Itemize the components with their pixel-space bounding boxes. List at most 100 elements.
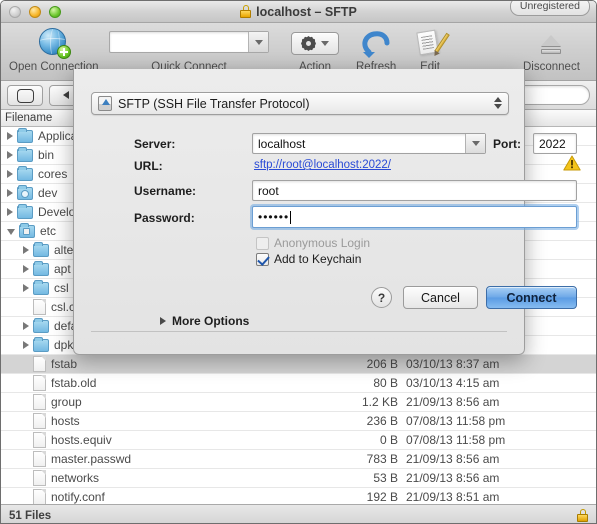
file-modified-cell: 07/08/13 11:58 pm bbox=[406, 433, 506, 447]
more-options-disclosure[interactable]: More Options bbox=[160, 314, 249, 328]
column-header-filename[interactable]: Filename bbox=[5, 112, 52, 124]
server-label: Server: bbox=[134, 137, 176, 151]
file-name-cell: notify.conf bbox=[51, 490, 105, 504]
file-name-cell: apt bbox=[54, 262, 71, 276]
table-row[interactable]: fstab.old 80 B 03/10/13 4:15 am bbox=[1, 374, 596, 393]
triangle-right-icon[interactable] bbox=[23, 265, 29, 273]
triangle-right-icon[interactable] bbox=[7, 189, 13, 197]
app-window: localhost – SFTP Unregistered Open Conne… bbox=[0, 0, 597, 524]
file-size-cell: 1.2 KB bbox=[361, 395, 398, 409]
file-name-cell: dev bbox=[38, 186, 58, 200]
file-icon bbox=[33, 413, 46, 429]
bookmarks-button[interactable] bbox=[7, 84, 43, 106]
file-modified-cell: 03/10/13 4:15 am bbox=[406, 376, 500, 390]
connect-button[interactable]: Connect bbox=[486, 286, 577, 309]
server-input[interactable]: localhost bbox=[252, 133, 486, 154]
url-link[interactable]: sftp://root@localhost:2022/ bbox=[254, 159, 391, 171]
title-bar: localhost – SFTP Unregistered bbox=[1, 1, 596, 23]
chevron-down-icon[interactable] bbox=[465, 134, 485, 153]
stepper-icon[interactable] bbox=[494, 97, 502, 109]
file-icon bbox=[33, 356, 46, 372]
open-connection-button[interactable]: Open Connection bbox=[9, 27, 99, 73]
file-name-cell: bin bbox=[38, 148, 55, 162]
table-row[interactable]: notify.conf 192 B 21/09/13 8:51 am bbox=[1, 488, 596, 504]
table-row[interactable]: master.passwd 783 B 21/09/13 8:56 am bbox=[1, 450, 596, 469]
file-icon bbox=[33, 394, 46, 410]
port-value: 2022 bbox=[539, 136, 566, 151]
triangle-right-icon[interactable] bbox=[7, 170, 13, 178]
folder-icon bbox=[17, 203, 33, 219]
triangle-right-icon[interactable] bbox=[7, 132, 13, 140]
table-row[interactable]: group 1.2 KB 21/09/13 8:56 am bbox=[1, 393, 596, 412]
protocol-select[interactable]: SFTP (SSH File Transfer Protocol) bbox=[91, 92, 509, 115]
folder-icon bbox=[17, 146, 33, 162]
refresh-button[interactable]: Refresh bbox=[356, 27, 396, 73]
file-size-cell: 53 B bbox=[373, 471, 398, 485]
help-button[interactable]: ? bbox=[371, 287, 392, 308]
port-label: Port: bbox=[493, 137, 521, 151]
globe-plus-icon bbox=[37, 27, 71, 60]
file-icon bbox=[33, 299, 46, 315]
add-to-keychain-checkbox[interactable] bbox=[256, 252, 269, 266]
folder-icon bbox=[33, 336, 49, 352]
connection-dialog: SFTP (SSH File Transfer Protocol) Server… bbox=[73, 69, 581, 355]
table-row[interactable]: networks 53 B 21/09/13 8:56 am bbox=[1, 469, 596, 488]
port-input[interactable]: 2022 bbox=[533, 133, 577, 154]
password-value: •••••• bbox=[258, 210, 290, 224]
file-modified-cell: 07/08/13 11:58 pm bbox=[406, 414, 506, 428]
file-icon bbox=[33, 432, 46, 448]
anonymous-login-checkbox[interactable] bbox=[256, 236, 269, 250]
file-modified-cell: 21/09/13 8:56 am bbox=[406, 471, 500, 485]
triangle-right-icon[interactable] bbox=[7, 151, 13, 159]
file-count-label: 51 Files bbox=[9, 509, 52, 522]
table-row[interactable]: fstab 206 B 03/10/13 8:37 am bbox=[1, 355, 596, 374]
edit-button[interactable]: Edit bbox=[415, 27, 450, 73]
file-name-cell: cores bbox=[38, 167, 68, 181]
cancel-button[interactable]: Cancel bbox=[403, 286, 478, 309]
action-button[interactable]: Action bbox=[291, 27, 339, 73]
chevron-down-icon bbox=[321, 41, 329, 46]
triangle-right-icon[interactable] bbox=[23, 341, 29, 349]
username-input[interactable]: root bbox=[252, 180, 577, 201]
add-to-keychain-checkbox-row[interactable]: Add to Keychain bbox=[256, 252, 361, 266]
file-name-cell: fstab.old bbox=[51, 376, 97, 390]
triangle-right-icon[interactable] bbox=[23, 284, 29, 292]
unregistered-badge: Unregistered bbox=[509, 1, 590, 16]
disk-icon bbox=[98, 96, 112, 111]
file-size-cell: 192 B bbox=[366, 490, 398, 504]
file-icon bbox=[33, 375, 46, 391]
username-value: root bbox=[258, 183, 279, 198]
file-size-cell: 0 B bbox=[379, 433, 398, 447]
file-modified-cell: 21/09/13 8:56 am bbox=[406, 452, 500, 466]
table-row[interactable]: hosts.equiv 0 B 07/08/13 11:58 pm bbox=[1, 431, 596, 450]
window-title: localhost – SFTP bbox=[1, 5, 596, 19]
paper-pencil-icon bbox=[415, 27, 450, 60]
quick-connect-input[interactable] bbox=[109, 31, 269, 53]
file-name-cell: hosts bbox=[51, 414, 80, 428]
folder-icon bbox=[17, 165, 33, 181]
chevron-down-icon[interactable] bbox=[248, 32, 268, 52]
gear-icon[interactable] bbox=[291, 32, 339, 55]
file-name-cell: networks bbox=[51, 471, 100, 485]
status-bar: 51 Files bbox=[1, 504, 596, 523]
protocol-value: SFTP (SSH File Transfer Protocol) bbox=[118, 96, 310, 111]
file-size-cell: 80 B bbox=[373, 376, 398, 390]
password-input[interactable]: •••••• bbox=[252, 206, 577, 228]
disconnect-button[interactable]: Disconnect bbox=[523, 27, 580, 73]
table-row[interactable]: hosts 236 B 07/08/13 11:58 pm bbox=[1, 412, 596, 431]
triangle-right-icon[interactable] bbox=[7, 208, 13, 216]
file-name-cell: csl bbox=[54, 281, 69, 295]
folder-icon bbox=[33, 241, 49, 257]
window-title-text: localhost – SFTP bbox=[256, 4, 357, 19]
dialog-separator bbox=[91, 331, 507, 332]
lock-icon[interactable] bbox=[577, 509, 588, 522]
folder-icon bbox=[33, 279, 49, 295]
triangle-down-icon[interactable] bbox=[7, 229, 15, 235]
file-size-cell: 236 B bbox=[366, 414, 398, 428]
folder-icon bbox=[17, 127, 33, 143]
more-options-label: More Options bbox=[172, 314, 250, 328]
triangle-right-icon[interactable] bbox=[23, 246, 29, 254]
anonymous-login-checkbox-row[interactable]: Anonymous Login bbox=[256, 236, 370, 250]
lock-icon bbox=[240, 5, 252, 18]
triangle-right-icon[interactable] bbox=[23, 322, 29, 330]
